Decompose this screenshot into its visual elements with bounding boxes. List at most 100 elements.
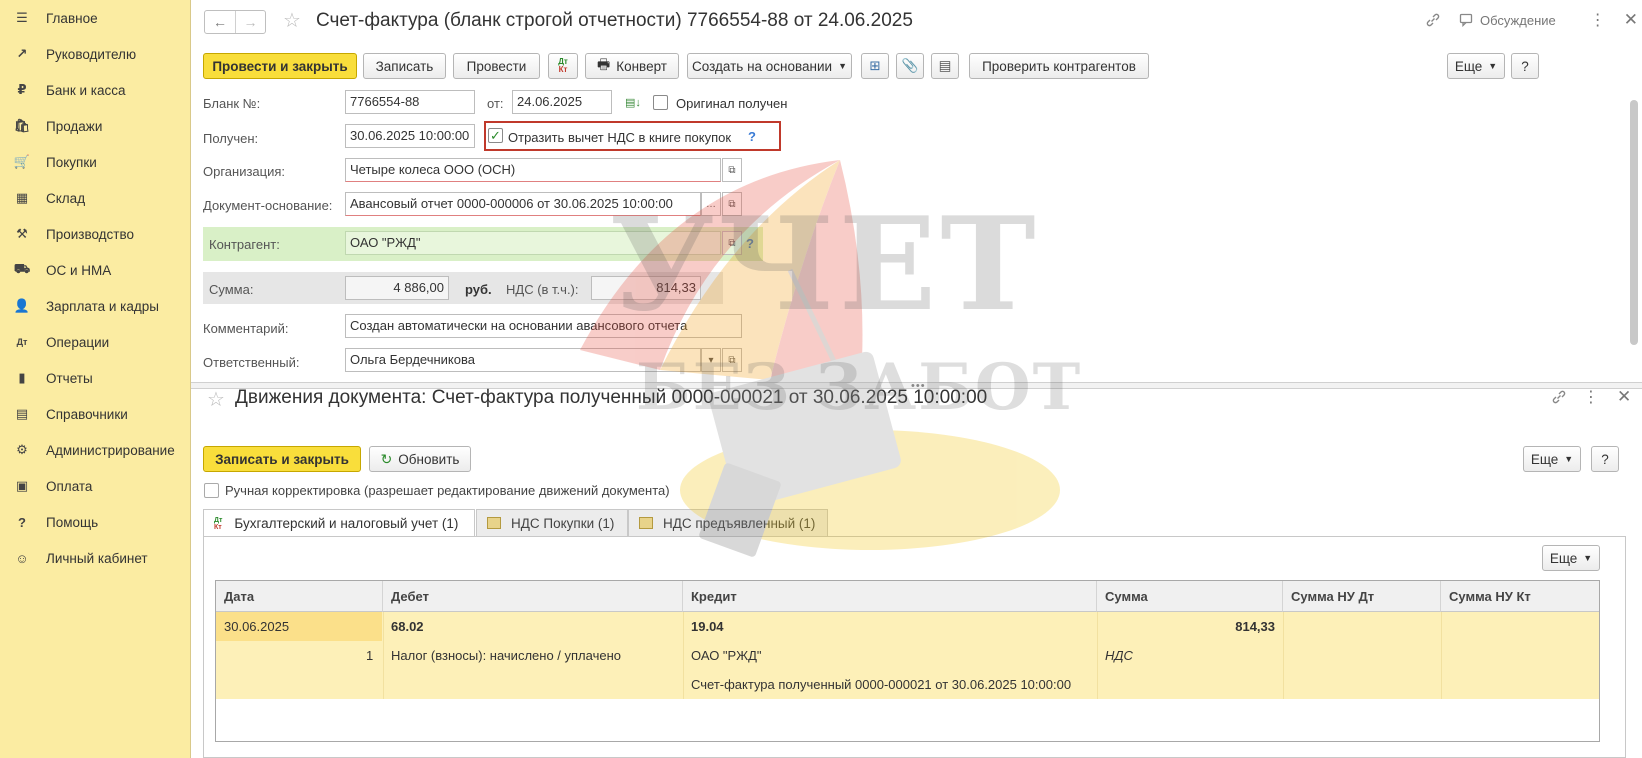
favorite-star-icon[interactable]: ☆ bbox=[207, 387, 225, 412]
column-header-date[interactable]: Дата bbox=[216, 581, 383, 612]
column-header-tax-credit[interactable]: Сумма НУ Кт bbox=[1441, 581, 1599, 612]
responsible-dropdown-icon[interactable]: ▾ bbox=[701, 348, 721, 372]
tab-vat-purchases[interactable]: НДС Покупки (1) bbox=[476, 509, 628, 536]
link-icon[interactable] bbox=[1424, 11, 1442, 29]
dt-kt-icon: Дт Кт bbox=[214, 516, 223, 531]
organization-field[interactable]: Четыре колеса ООО (ОСН) bbox=[345, 158, 721, 182]
open-counterparty-icon[interactable]: ⧉ bbox=[722, 231, 742, 255]
link-icon[interactable] bbox=[1551, 389, 1567, 405]
sidebar-item[interactable]: ▮ Отчеты bbox=[0, 363, 191, 393]
cell-credit-subconto-2: Счет-фактура полученный 0000-000021 от 3… bbox=[691, 677, 1072, 692]
tab-vat-presented[interactable]: НДС предъявленный (1) bbox=[628, 509, 828, 536]
forward-arrow-icon[interactable]: → bbox=[235, 11, 265, 33]
post-button[interactable]: Провести bbox=[453, 53, 540, 79]
discussion-label[interactable]: Обсуждение bbox=[1480, 13, 1556, 28]
post-and-close-button[interactable]: Провести и закрыть bbox=[203, 53, 357, 79]
sidebar-item-label: Склад bbox=[46, 190, 86, 206]
structure-icon: ⊞ bbox=[869, 58, 881, 73]
refresh-label: Обновить bbox=[398, 451, 460, 467]
help-button[interactable]: ? bbox=[1511, 53, 1539, 79]
open-basis-icon[interactable]: ⧉ bbox=[722, 192, 742, 216]
report-button[interactable]: ▤ bbox=[931, 53, 959, 79]
blank-number-field[interactable]: 7766554-88 bbox=[345, 90, 475, 114]
counterparty-field[interactable]: ОАО "РЖД" bbox=[345, 231, 721, 255]
received-label: Получен: bbox=[203, 131, 259, 146]
ruble-icon: ₽ bbox=[17, 82, 27, 97]
vat-deduction-label: Отразить вычет НДС в книге покупок bbox=[508, 130, 732, 145]
fill-date-icon[interactable]: ▤↓ bbox=[625, 96, 641, 109]
open-responsible-icon[interactable]: ⧉ bbox=[722, 348, 742, 372]
sidebar-item[interactable]: ▣ Оплата bbox=[0, 471, 191, 501]
sidebar-item[interactable]: ▤ Справочники bbox=[0, 399, 191, 429]
sidebar-item[interactable]: ? Помощь bbox=[0, 507, 191, 537]
more-vertical-icon[interactable]: ⋮ bbox=[1590, 10, 1606, 30]
blank-number-label: Бланк №: bbox=[203, 96, 261, 111]
responsible-label: Ответственный: bbox=[203, 355, 300, 370]
check-counterparties-button[interactable]: Проверить контрагентов bbox=[969, 53, 1149, 79]
sidebar-item-label: Справочники bbox=[46, 406, 128, 422]
basis-document-field[interactable]: Авансовый отчет 0000-000006 от 30.06.202… bbox=[345, 192, 701, 216]
comment-field[interactable]: Создан автоматически на основании авансо… bbox=[345, 314, 742, 338]
select-basis-icon[interactable]: … bbox=[701, 192, 721, 216]
sidebar-item[interactable]: ▦ Склад bbox=[0, 183, 191, 213]
sidebar-item-label: Банк и касса bbox=[46, 82, 126, 98]
movements-help-button[interactable]: ? bbox=[1591, 446, 1619, 472]
more-vertical-icon[interactable]: ⋮ bbox=[1583, 387, 1599, 407]
discussion-icon[interactable] bbox=[1458, 13, 1476, 27]
gear-icon: ⚙ bbox=[16, 442, 28, 457]
movements-table: Дата Дебет Кредит Сумма Сумма НУ Дт Сумм… bbox=[215, 580, 1600, 742]
sidebar-item[interactable]: Дт Операции bbox=[0, 327, 191, 357]
truck-icon: ⛟ bbox=[13, 261, 31, 276]
movements-title: Движения документа: Счет-фактура получен… bbox=[235, 387, 988, 408]
favorite-star-icon[interactable]: ☆ bbox=[283, 8, 301, 33]
vat-deduction-checkbox[interactable]: ✓ bbox=[488, 128, 503, 143]
open-organization-icon[interactable]: ⧉ bbox=[722, 158, 742, 182]
tab-accounting[interactable]: Дт Кт Бухгалтерский и налоговый учет (1) bbox=[203, 509, 475, 537]
manual-correction-checkbox[interactable] bbox=[204, 483, 219, 498]
attach-button[interactable]: 📎 bbox=[896, 53, 924, 79]
save-and-close-button[interactable]: Записать и закрыть bbox=[203, 446, 361, 472]
dt-kt-icon: Дт Кт bbox=[558, 57, 568, 74]
paperclip-icon: 📎 bbox=[901, 58, 919, 73]
sidebar-item[interactable]: ₽ Банк и касса bbox=[0, 75, 191, 105]
responsible-field[interactable]: Ольга Бердечникова bbox=[345, 348, 701, 372]
sidebar-item[interactable]: ↗ Руководителю bbox=[0, 39, 191, 69]
received-date-field[interactable]: 30.06.2025 10:00:00 bbox=[345, 124, 475, 148]
column-header-amount[interactable]: Сумма bbox=[1097, 581, 1283, 612]
organization-label: Организация: bbox=[203, 164, 286, 179]
sidebar-item[interactable]: ⚒ Производство bbox=[0, 219, 191, 249]
movements-more-button[interactable]: Еще ▼ bbox=[1523, 446, 1581, 472]
sidebar-item[interactable]: 👤 Зарплата и кадры bbox=[0, 291, 191, 321]
structure-button[interactable]: ⊞ bbox=[861, 53, 889, 79]
vat-deduction-help-icon[interactable]: ? bbox=[748, 129, 756, 144]
refresh-button[interactable]: ↻ Обновить bbox=[369, 446, 471, 472]
back-arrow-icon[interactable]: ← bbox=[205, 11, 235, 33]
column-header-tax-debit[interactable]: Сумма НУ Дт bbox=[1283, 581, 1441, 612]
close-icon[interactable]: ✕ bbox=[1624, 10, 1638, 30]
sidebar-item[interactable]: 🛍 Продажи bbox=[0, 111, 191, 141]
person-icon: 👤 bbox=[13, 298, 31, 313]
sidebar-item[interactable]: ☰ Главное bbox=[0, 3, 191, 33]
counterparty-help-icon[interactable]: ? bbox=[746, 236, 754, 251]
from-date-field[interactable]: 24.06.2025 bbox=[512, 90, 612, 114]
more-button[interactable]: Еще ▼ bbox=[1447, 53, 1505, 79]
dt-kt-button[interactable]: Дт Кт bbox=[548, 53, 578, 79]
sidebar-item[interactable]: ⛟ ОС и НМА bbox=[0, 255, 191, 285]
sidebar-item-label: Зарплата и кадры bbox=[46, 298, 159, 314]
table-more-button[interactable]: Еще ▼ bbox=[1542, 545, 1600, 571]
bar-chart-icon: ▮ bbox=[18, 370, 26, 385]
create-based-on-button[interactable]: Создать на основании ▼ bbox=[687, 53, 852, 79]
envelope-button[interactable]: 🖶 Конверт bbox=[585, 53, 679, 79]
close-icon[interactable]: ✕ bbox=[1617, 387, 1631, 407]
sidebar-item[interactable]: 🛒 Покупки bbox=[0, 147, 191, 177]
column-header-credit[interactable]: Кредит bbox=[683, 581, 1097, 612]
sidebar-item-label: Помощь bbox=[46, 514, 99, 530]
payment-icon: ▣ bbox=[15, 478, 29, 493]
column-header-debit[interactable]: Дебет bbox=[383, 581, 683, 612]
top-scrollbar[interactable] bbox=[1630, 100, 1638, 345]
sum-label: Сумма: bbox=[209, 282, 254, 297]
original-received-checkbox[interactable] bbox=[653, 95, 668, 110]
sidebar-item[interactable]: ☺ Личный кабинет bbox=[0, 543, 191, 573]
sidebar-item[interactable]: ⚙ Администрирование bbox=[0, 435, 191, 465]
save-button[interactable]: Записать bbox=[363, 53, 446, 79]
